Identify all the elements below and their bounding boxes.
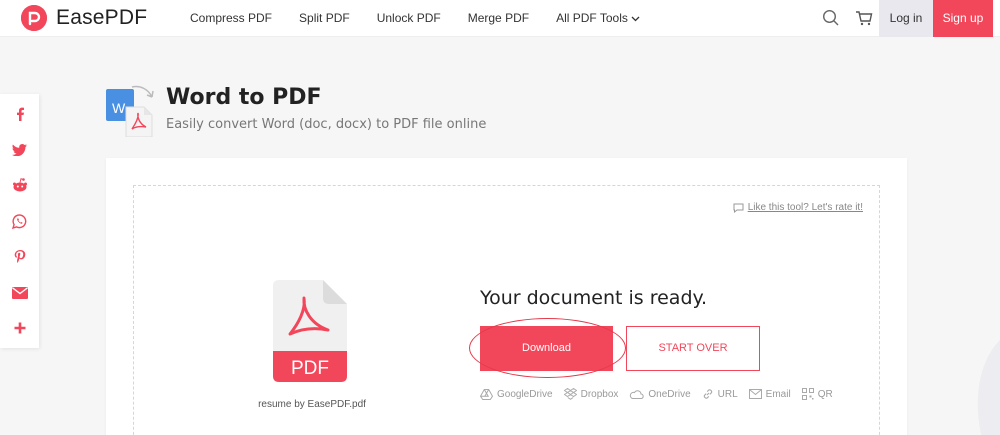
- comment-icon: [733, 203, 744, 213]
- save-to-googledrive[interactable]: GoogleDrive: [480, 388, 553, 400]
- nav-all-pdf-tools[interactable]: All PDF Tools: [556, 0, 640, 37]
- plus-icon[interactable]: [0, 310, 39, 346]
- chevron-down-icon: [631, 0, 640, 37]
- nav-label: All PDF Tools: [556, 11, 628, 25]
- download-button[interactable]: Download: [480, 326, 613, 371]
- start-over-button[interactable]: START OVER: [626, 326, 760, 371]
- easepdf-logo-icon: [21, 5, 47, 31]
- result-card: Like this tool? Let's rate it! PDF resum…: [106, 158, 907, 435]
- send-by-email[interactable]: Email: [748, 388, 791, 400]
- ready-message: Your document is ready.: [480, 287, 708, 309]
- svg-text:W: W: [112, 100, 126, 116]
- whatsapp-icon[interactable]: [0, 203, 39, 239]
- reddit-icon[interactable]: [0, 167, 39, 203]
- nav-label: Compress PDF: [190, 11, 273, 25]
- share-sidebar: [0, 94, 39, 348]
- save-option-label: OneDrive: [648, 388, 691, 400]
- result-panel: Like this tool? Let's rate it! PDF resum…: [133, 185, 880, 435]
- email-icon: [748, 389, 762, 399]
- nav-label: Merge PDF: [467, 11, 530, 25]
- qr-icon: [801, 388, 814, 400]
- twitter-icon[interactable]: [0, 132, 39, 168]
- rate-tool-link[interactable]: Like this tool? Let's rate it!: [733, 202, 863, 213]
- save-to-dropbox[interactable]: Dropbox: [563, 388, 619, 400]
- save-option-label: Dropbox: [580, 388, 619, 400]
- nav-label: Unlock PDF: [376, 11, 441, 25]
- pinterest-icon[interactable]: [0, 239, 39, 275]
- save-as-url[interactable]: URL: [702, 388, 738, 400]
- nav-unlock-pdf[interactable]: Unlock PDF: [377, 0, 441, 37]
- google-drive-icon: [480, 388, 493, 400]
- nav-split-pdf[interactable]: Split PDF: [299, 0, 350, 37]
- login-button[interactable]: Log in: [879, 0, 933, 37]
- save-option-label: URL: [717, 388, 738, 400]
- file-name: resume by EasePDF.pdf: [258, 399, 366, 410]
- cart-icon[interactable]: [855, 9, 873, 27]
- brand-logo[interactable]: EasePDF: [21, 5, 147, 31]
- save-to-onedrive[interactable]: OneDrive: [629, 388, 691, 400]
- link-icon: [703, 389, 712, 399]
- signup-button[interactable]: Sign up: [933, 0, 993, 37]
- nav-label: Split PDF: [299, 11, 350, 25]
- onedrive-icon: [630, 390, 645, 399]
- pdf-file-icon: PDF: [273, 280, 347, 382]
- save-options: GoogleDrive Dropbox OneDrive URL Email Q…: [480, 388, 844, 400]
- page-title: Word to PDF: [166, 85, 322, 110]
- save-option-label: QR: [817, 388, 833, 400]
- main-nav: Compress PDF Split PDF Unlock PDF Merge …: [190, 0, 667, 37]
- show-qr-code[interactable]: QR: [801, 388, 833, 400]
- nav-merge-pdf[interactable]: Merge PDF: [468, 0, 529, 37]
- brand-name: EasePDF: [56, 6, 148, 29]
- pdf-label: PDF: [291, 358, 329, 379]
- email-icon[interactable]: [0, 275, 39, 311]
- background-decoration: [977, 340, 1000, 435]
- save-option-label: Email: [765, 388, 791, 400]
- top-header: EasePDF Compress PDF Split PDF Unlock PD…: [0, 0, 1000, 37]
- nav-compress-pdf[interactable]: Compress PDF: [190, 0, 272, 37]
- facebook-icon[interactable]: [0, 96, 39, 132]
- word-to-pdf-icon: W: [106, 83, 158, 138]
- save-option-label: GoogleDrive: [497, 388, 553, 400]
- search-icon[interactable]: [822, 9, 840, 27]
- page-subtitle: Easily convert Word (doc, docx) to PDF f…: [166, 117, 487, 132]
- dropbox-icon: [563, 388, 577, 400]
- rate-link-label: Like this tool? Let's rate it!: [747, 202, 863, 213]
